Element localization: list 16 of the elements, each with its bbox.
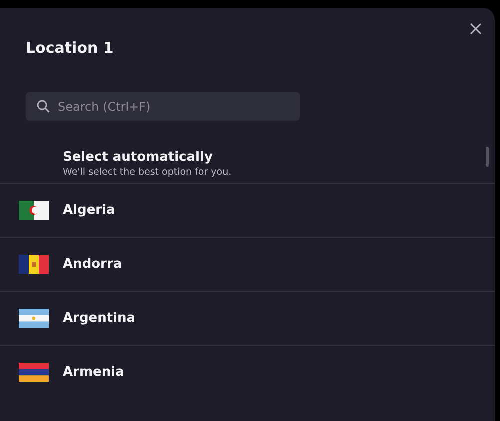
flag-icon [19, 309, 49, 328]
option-description: We'll select the best option for you. [63, 167, 233, 178]
country-name[interactable]: Argentina [63, 311, 136, 326]
country-name[interactable]: Armenia [63, 365, 124, 380]
close-icon [469, 22, 483, 36]
country-name[interactable]: Algeria [63, 203, 116, 218]
flag-icon [19, 201, 49, 220]
country-name[interactable]: Andorra [63, 257, 122, 272]
search-field[interactable]: Search (Ctrl+F) [26, 92, 300, 121]
scrollbar-thumb[interactable] [486, 147, 489, 167]
flag-icon [19, 255, 49, 274]
search-icon [37, 100, 50, 113]
close-button[interactable] [469, 22, 483, 36]
dialog-title: Location 1 [26, 38, 114, 58]
flag-icon [19, 363, 49, 382]
option-title[interactable]: Select automatically [63, 150, 495, 165]
